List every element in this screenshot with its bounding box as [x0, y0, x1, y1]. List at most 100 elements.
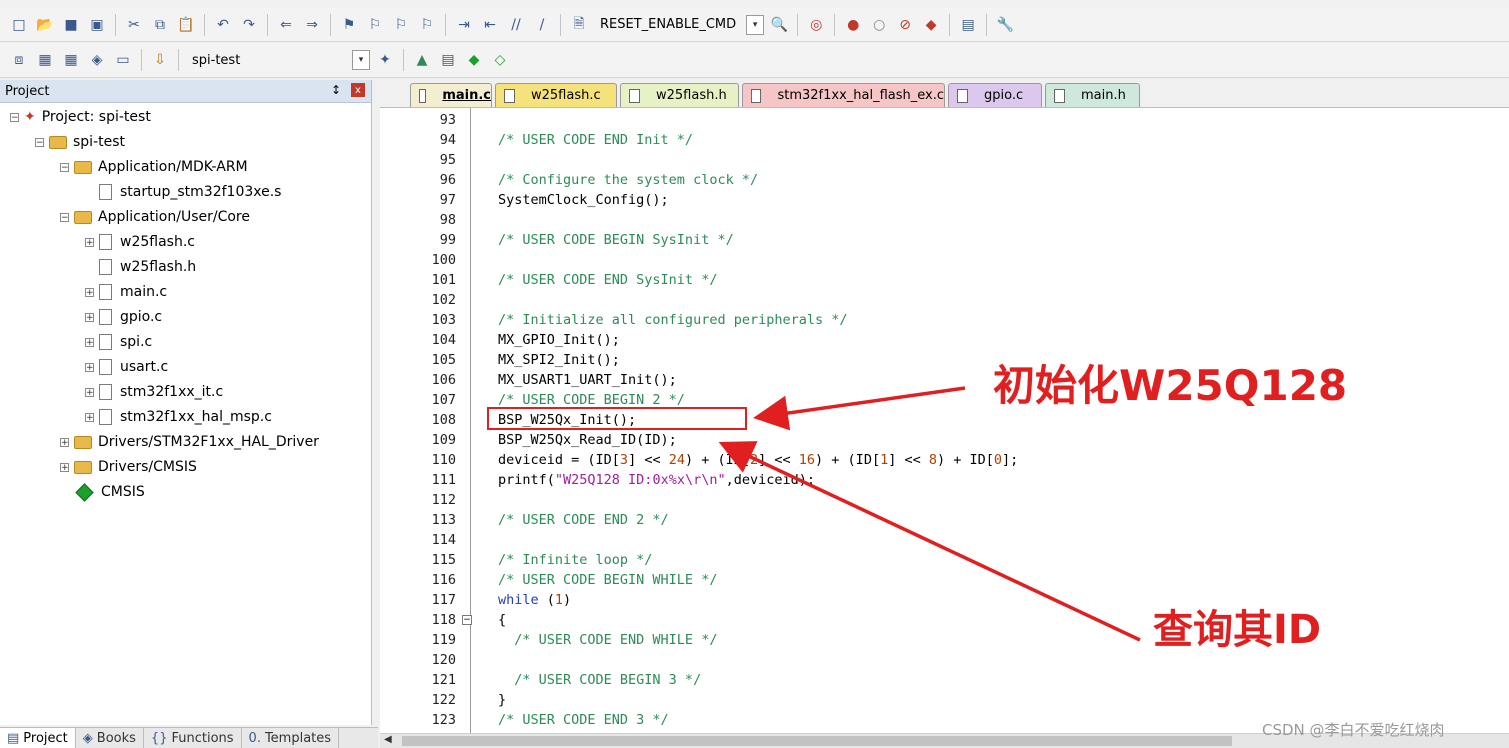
tree-item[interactable]: startup_stm32f103xe.s — [85, 181, 281, 203]
code-line[interactable]: /* USER CODE BEGIN 2 */ — [498, 392, 685, 408]
tree-item[interactable]: w25flash.h — [85, 256, 196, 278]
collapse-icon[interactable]: − — [60, 162, 69, 172]
tree-item[interactable]: + Drivers/CMSIS — [60, 456, 197, 478]
scrollbar-thumb[interactable] — [402, 736, 1232, 746]
save-icon[interactable]: ■ — [60, 14, 82, 36]
panel-tab-functions[interactable]: {} Functions — [144, 728, 242, 748]
copy-icon[interactable]: ⧉ — [149, 14, 171, 36]
fold-toggle[interactable]: − — [462, 615, 472, 625]
tree-item[interactable]: + gpio.c — [85, 306, 162, 328]
find-icon[interactable]: 🔍 — [768, 14, 790, 36]
expand-icon[interactable]: + — [85, 237, 94, 247]
tree-item[interactable]: − Application/MDK-ARM — [60, 156, 248, 178]
collapse-icon[interactable]: − — [10, 112, 19, 122]
new-file-icon[interactable]: □ — [8, 14, 30, 36]
chevron-down-icon[interactable]: ▾ — [352, 50, 370, 70]
next-bookmark-icon[interactable]: ⚐ — [390, 14, 412, 36]
tree-item[interactable]: + stm32f1xx_it.c — [85, 381, 223, 403]
code-line[interactable]: } — [498, 692, 506, 708]
find-command-label[interactable]: RESET_ENABLE_CMD — [594, 17, 742, 32]
expand-icon[interactable]: + — [60, 437, 69, 447]
load-icon[interactable]: ⇩ — [149, 49, 171, 71]
code-line[interactable]: /* USER CODE END SysInit */ — [498, 272, 717, 288]
code-line[interactable]: BSP_W25Qx_Read_ID(ID); — [498, 432, 677, 448]
select-pack-icon[interactable]: ▤ — [437, 49, 459, 71]
pin-icon[interactable]: ↕ — [331, 83, 341, 97]
collapse-icon[interactable]: − — [60, 212, 69, 222]
bookmark-icon[interactable]: ⚑ — [338, 14, 360, 36]
disable-breakpoint-icon[interactable]: ○ — [868, 14, 890, 36]
manage-components-icon[interactable]: ▲ — [411, 49, 433, 71]
tree-item[interactable]: + spi.c — [85, 331, 152, 353]
open-icon[interactable]: 📂 — [34, 14, 56, 36]
code-line[interactable]: MX_GPIO_Init(); — [498, 332, 620, 348]
code-line[interactable]: MX_SPI2_Init(); — [498, 352, 620, 368]
uncomment-icon[interactable]: / — [531, 14, 553, 36]
code-line[interactable]: /* USER CODE BEGIN SysInit */ — [498, 232, 734, 248]
comment-icon[interactable]: // — [505, 14, 527, 36]
expand-icon[interactable]: + — [85, 312, 94, 322]
prev-bookmark-icon[interactable]: ⚐ — [364, 14, 386, 36]
tree-item[interactable]: + w25flash.c — [85, 231, 195, 253]
unindent-icon[interactable]: ⇤ — [479, 14, 501, 36]
code-line[interactable]: printf("W25Q128 ID:0x%x\r\n",deviceid); — [498, 472, 815, 488]
find-in-files-icon[interactable]: 🗎 — [568, 14, 590, 36]
options-icon[interactable]: ✦ — [374, 49, 396, 71]
expand-icon[interactable]: + — [85, 412, 94, 422]
expand-icon[interactable]: + — [85, 387, 94, 397]
cut-icon[interactable]: ✂ — [123, 14, 145, 36]
back-icon[interactable]: ⇐ — [275, 14, 297, 36]
tree-item[interactable]: − Application/User/Core — [60, 206, 250, 228]
code-line[interactable]: /* USER CODE END Init */ — [498, 132, 693, 148]
tree-item[interactable]: CMSIS — [60, 481, 145, 503]
tree-item[interactable]: + usart.c — [85, 356, 168, 378]
indent-icon[interactable]: ⇥ — [453, 14, 475, 36]
tree-item[interactable]: + main.c — [85, 281, 167, 303]
breakpoint-icon[interactable]: ● — [842, 14, 864, 36]
panel-tab-project[interactable]: ▤ Project — [0, 728, 76, 748]
code-line[interactable]: MX_USART1_UART_Init(); — [498, 372, 677, 388]
build-icon[interactable]: ▦ — [34, 49, 56, 71]
editor-tab[interactable]: w25flash.c — [495, 83, 617, 107]
editor-tab[interactable]: w25flash.h — [620, 83, 739, 107]
code-line[interactable]: /* USER CODE END 2 */ — [498, 512, 669, 528]
stop-build-icon[interactable]: ▭ — [112, 49, 134, 71]
expand-icon[interactable]: + — [85, 362, 94, 372]
chevron-down-icon[interactable]: ▾ — [746, 14, 765, 35]
collapse-icon[interactable]: − — [35, 137, 44, 147]
kill-breakpoints-icon[interactable]: ⊘ — [894, 14, 916, 36]
editor-tab[interactable]: gpio.c — [948, 83, 1042, 107]
save-all-icon[interactable]: ▣ — [86, 14, 108, 36]
tree-item[interactable]: − ✦ Project: spi-test — [10, 106, 151, 128]
forward-icon[interactable]: ⇒ — [301, 14, 323, 36]
clear-breakpoints-icon[interactable]: ◆ — [920, 14, 942, 36]
translate-icon[interactable]: ⧈ — [8, 49, 30, 71]
code-line[interactable]: /* USER CODE BEGIN 3 */ — [498, 672, 701, 688]
expand-icon[interactable]: + — [85, 287, 94, 297]
scroll-left-icon[interactable]: ◀ — [384, 734, 392, 745]
code-line[interactable]: SystemClock_Config(); — [498, 192, 669, 208]
panel-tab-books[interactable]: ◈ Books — [76, 728, 144, 748]
clear-bookmarks-icon[interactable]: ⚐ — [416, 14, 438, 36]
editor-tab[interactable]: main.h — [1045, 83, 1140, 107]
tree-item[interactable]: + stm32f1xx_hal_msp.c — [85, 406, 272, 428]
configure-icon[interactable]: 🔧 — [994, 14, 1016, 36]
code-line[interactable]: while (1) — [498, 592, 571, 608]
rte-icon[interactable]: ◇ — [489, 49, 511, 71]
target-select[interactable]: spi-test — [186, 53, 348, 68]
editor-tab[interactable]: stm32f1xx_hal_flash_ex.c — [742, 83, 945, 107]
tree-item[interactable]: − spi-test — [35, 131, 125, 153]
debug-icon[interactable]: ◎ — [805, 14, 827, 36]
redo-icon[interactable]: ↷ — [238, 14, 260, 36]
undo-icon[interactable]: ↶ — [212, 14, 234, 36]
window-icon[interactable]: ▤ — [957, 14, 979, 36]
editor-tab[interactable]: main.c — [410, 83, 492, 107]
close-icon[interactable]: x — [351, 83, 365, 97]
code-line[interactable]: /* USER CODE END 3 */ — [498, 712, 669, 728]
code-line[interactable]: deviceid = (ID[3] << 24) + (ID[2] << 16)… — [498, 452, 1018, 468]
paste-icon[interactable]: 📋 — [175, 14, 197, 36]
code-line[interactable]: /* USER CODE BEGIN WHILE */ — [498, 572, 717, 588]
code-line[interactable]: /* Configure the system clock */ — [498, 172, 758, 188]
expand-icon[interactable]: + — [85, 337, 94, 347]
tree-item[interactable]: + Drivers/STM32F1xx_HAL_Driver — [60, 431, 319, 453]
